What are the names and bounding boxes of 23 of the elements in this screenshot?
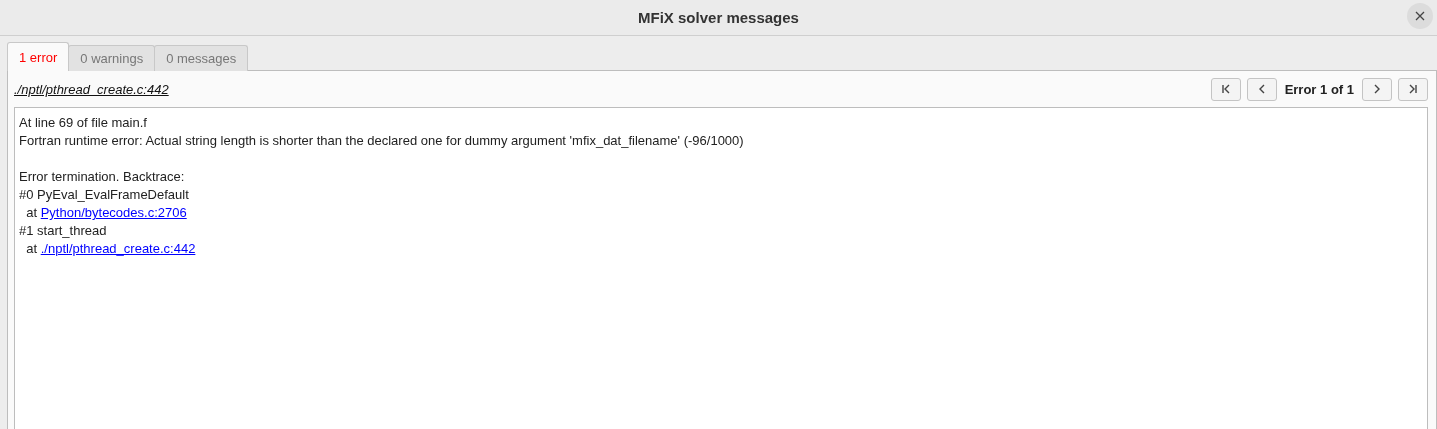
next-button[interactable] (1362, 77, 1392, 101)
previous-button[interactable] (1246, 77, 1277, 101)
error-counter: Error 1 of 1 (1284, 81, 1354, 97)
source-link[interactable]: ./nptl/pthread_create.c:442 (40, 241, 196, 256)
message-line: #0 PyEval_EvalFrameDefault (19, 187, 189, 202)
first-icon (1219, 83, 1232, 95)
tab[interactable]: 0 messages (154, 45, 249, 71)
message-line: Fortran runtime error: Actual string length is shorter than the declared one for dummy argument 'mfix_dat_filename' (-96/1000) (19, 133, 744, 148)
message-line: Error termination. Backtrace: (19, 169, 185, 184)
message-line: At line 69 of file main.f (19, 115, 147, 130)
last-button[interactable] (1398, 77, 1428, 101)
file-location-link[interactable]: ./nptl/pthread_create.c:442 (14, 81, 1211, 97)
tab[interactable]: 1 error (7, 42, 70, 71)
window-title: MFiX solver messages (638, 9, 799, 26)
message-line: at Python/bytecodes.c:2706 (25, 205, 187, 220)
tab[interactable]: 0 warnings (68, 45, 156, 71)
source-link[interactable]: Python/bytecodes.c:2706 (40, 205, 187, 220)
message-line: at ./nptl/pthread_create.c:442 (25, 241, 196, 256)
message-line: #1 start_thread (19, 223, 107, 238)
close-icon (1415, 11, 1425, 21)
last-icon (1407, 83, 1419, 95)
close-button[interactable] (1407, 3, 1433, 29)
first-button[interactable] (1210, 77, 1241, 101)
